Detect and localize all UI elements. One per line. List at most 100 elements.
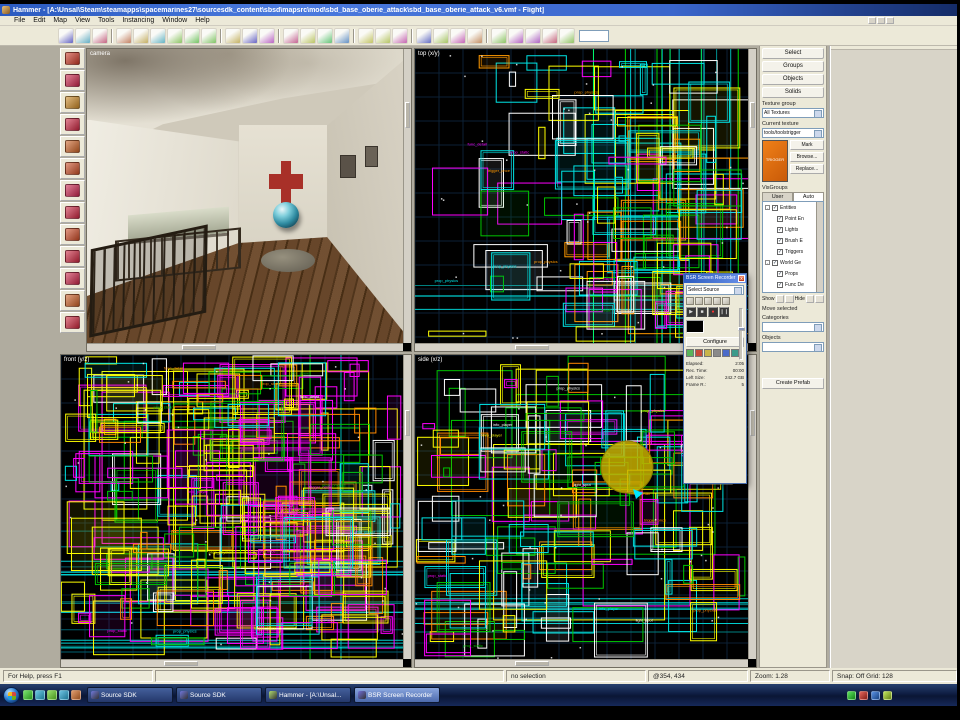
texture-scale-lock-icon[interactable]	[392, 27, 408, 44]
network-icon[interactable]	[871, 690, 880, 700]
recorder-tool-icon[interactable]	[713, 297, 721, 305]
visgroup-tab-user[interactable]: User	[762, 192, 793, 201]
recorder-window[interactable]: BSR Screen Recorder x Select Source ▶ ■ …	[683, 273, 747, 484]
new-icon[interactable]	[58, 27, 74, 44]
option-icon[interactable]	[713, 349, 721, 357]
vertex-tool-button[interactable]	[60, 268, 85, 289]
visgroup-row[interactable]: ✓ Lights	[763, 224, 823, 235]
option-icon[interactable]	[722, 349, 730, 357]
visgroup-row[interactable]: ✓ Func De	[763, 279, 823, 290]
menu-file[interactable]: File	[10, 17, 29, 24]
title-bar[interactable]: Hammer - [A:\Unsal\Steam\steamapps\space…	[0, 4, 960, 16]
grid-size-dropdown[interactable]	[579, 29, 609, 42]
cut-icon[interactable]	[242, 27, 258, 44]
visgroup-checkbox[interactable]: ✓	[772, 204, 778, 211]
slider-thumb[interactable]	[738, 327, 745, 331]
start-button[interactable]	[3, 686, 20, 704]
visgroup-row[interactable]: - ✓ World Ge	[763, 257, 823, 268]
outlook-icon[interactable]	[35, 690, 45, 700]
apply-current-texture-tool-button[interactable]	[60, 180, 85, 201]
visgroup-row[interactable]: ✓ Props	[763, 268, 823, 279]
menu-window[interactable]: Window	[158, 17, 191, 24]
camera-tool-button[interactable]	[60, 92, 85, 113]
mode-groups-button[interactable]: Groups	[762, 61, 824, 72]
hide-selected-icon[interactable]	[184, 27, 200, 44]
horizontal-scrollbar[interactable]	[61, 659, 403, 667]
mark-button[interactable]: Mark	[790, 140, 824, 150]
show-desktop-icon[interactable]	[47, 690, 57, 700]
menu-edit[interactable]: Edit	[29, 17, 49, 24]
grid-toggle-icon[interactable]	[467, 27, 483, 44]
displacement-tool-button[interactable]	[60, 312, 85, 333]
select-mode-button[interactable]: Select	[762, 48, 824, 59]
visgroup-checkbox[interactable]: ✓	[777, 281, 783, 288]
texture-lock-icon[interactable]	[375, 27, 391, 44]
option-icon[interactable]	[704, 349, 712, 357]
show-all-button[interactable]	[785, 295, 794, 303]
messages-icon[interactable]	[559, 27, 575, 44]
vertical-scrollbar[interactable]	[748, 355, 756, 659]
vertical-scrollbar[interactable]	[403, 49, 411, 343]
select-inside-icon[interactable]	[358, 27, 374, 44]
taskbar-button-0[interactable]: Source SDK	[87, 687, 173, 703]
option-icon[interactable]	[695, 349, 703, 357]
option-icon[interactable]	[686, 349, 694, 357]
ignore-groups-icon[interactable]	[167, 27, 183, 44]
save-icon[interactable]	[92, 27, 108, 44]
categories-dropdown[interactable]	[762, 322, 824, 332]
morph-tool-button[interactable]	[60, 290, 85, 311]
horizontal-scrollbar[interactable]	[87, 343, 403, 351]
snap-toggle-icon[interactable]	[491, 27, 507, 44]
ie-icon[interactable]	[23, 690, 33, 700]
texture-group-dropdown[interactable]: All Textures	[762, 108, 824, 118]
browse-button[interactable]: Browse...	[790, 152, 824, 162]
recorder-title-bar[interactable]: BSR Screen Recorder x	[684, 274, 746, 283]
recorder-tool-icon[interactable]	[695, 297, 703, 305]
configure-button[interactable]: Configure	[686, 337, 744, 347]
taskbar-button-1[interactable]: Source SDK	[176, 687, 262, 703]
paste-icon[interactable]	[283, 27, 299, 44]
cordon-toggle-icon[interactable]	[317, 27, 333, 44]
mode-solids-button[interactable]: Solids	[762, 87, 824, 98]
ungroup-icon[interactable]	[150, 27, 166, 44]
texture-application-tool-button[interactable]	[60, 158, 85, 179]
run-map-icon[interactable]	[508, 27, 524, 44]
volume-slider[interactable]	[738, 308, 745, 360]
visgroup-scrollbar[interactable]	[816, 202, 823, 292]
taskbar-button-2[interactable]: Hammer - [A:\Unsal...	[265, 687, 351, 703]
visgroup-checkbox[interactable]: ✓	[777, 226, 783, 233]
recorder-source-dropdown[interactable]: Select Source	[686, 285, 744, 295]
mdi-close-icon[interactable]	[886, 17, 894, 24]
record-icon[interactable]: ●	[708, 307, 718, 317]
show-all-icon[interactable]	[225, 27, 241, 44]
mode-objects-button[interactable]: Objects	[762, 74, 824, 85]
viewport-3d[interactable]: camera	[86, 48, 412, 352]
menu-tools[interactable]: Tools	[94, 17, 118, 24]
replace-button[interactable]: Replace...	[790, 164, 824, 174]
menu-help[interactable]: Help	[191, 17, 213, 24]
tree-expander-icon[interactable]: -	[765, 205, 770, 210]
visgroup-checkbox[interactable]: ✓	[777, 270, 783, 277]
menu-map[interactable]: Map	[49, 17, 71, 24]
decal-tool-button[interactable]	[60, 202, 85, 223]
visgroup-row[interactable]: ✓ Triggers	[763, 246, 823, 257]
vertical-scrollbar[interactable]	[403, 355, 411, 659]
block-tool-button[interactable]	[60, 136, 85, 157]
menu-instancing[interactable]: Instancing	[118, 17, 158, 24]
displacement-mask-icon[interactable]	[416, 27, 432, 44]
option-icon[interactable]	[731, 349, 739, 357]
overlay-tool-button[interactable]	[60, 224, 85, 245]
updates-icon[interactable]	[883, 690, 892, 700]
taskbar-button-3[interactable]: BSR Screen Recorder	[354, 687, 440, 703]
horizontal-scrollbar[interactable]	[415, 659, 748, 667]
mdi-restore-icon[interactable]	[877, 17, 885, 24]
volume-icon[interactable]	[859, 690, 868, 700]
visgroup-tab-auto[interactable]: Auto	[793, 192, 824, 201]
selection-tool-button[interactable]	[60, 48, 85, 69]
visgroup-checkbox[interactable]: ✓	[777, 248, 783, 255]
menu-view[interactable]: View	[71, 17, 94, 24]
carve-icon[interactable]	[116, 27, 132, 44]
select-touching-icon[interactable]	[334, 27, 350, 44]
clipping-tool-button[interactable]	[60, 246, 85, 267]
stop-icon[interactable]: ■	[697, 307, 707, 317]
